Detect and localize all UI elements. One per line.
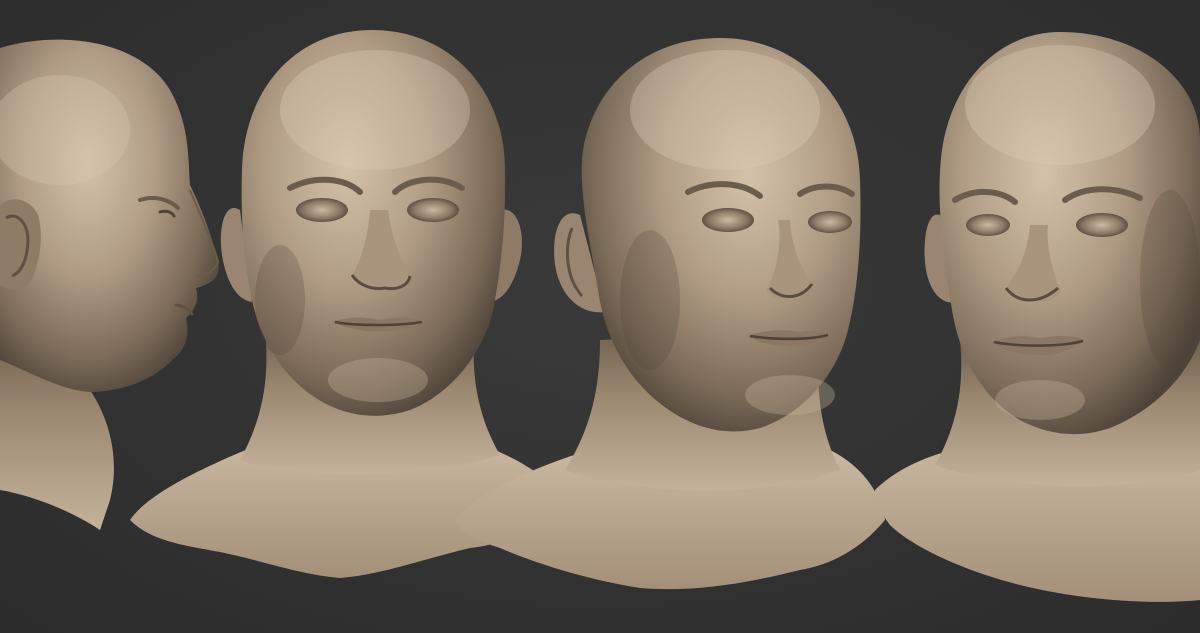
head-bust-three-quarter-view — [455, 38, 885, 590]
front-eye-left — [296, 198, 348, 222]
sculpt-render-canvas — [0, 0, 1200, 633]
front-eye-right — [407, 198, 459, 222]
head-bust-profile-view — [0, 39, 220, 530]
tq2-eye-right — [1076, 213, 1128, 237]
head-bust-three-quarter-view-alt — [874, 32, 1200, 602]
tq-eye-left — [702, 208, 754, 232]
sculpt-render-svg — [0, 30, 1200, 602]
tq-eye-right — [808, 211, 852, 233]
tq2-eye-left — [966, 214, 1010, 236]
